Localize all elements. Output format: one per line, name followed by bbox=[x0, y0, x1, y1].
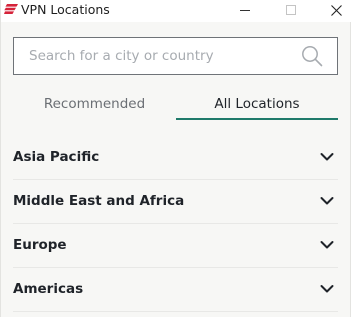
region-label: Middle East and Africa bbox=[13, 193, 185, 209]
expressvpn-logo-icon bbox=[4, 4, 18, 14]
region-label: Asia Pacific bbox=[13, 149, 100, 165]
search-box[interactable] bbox=[13, 37, 338, 75]
tab-all-locations[interactable]: All Locations bbox=[176, 88, 338, 120]
search-input[interactable] bbox=[14, 38, 294, 74]
title-bar[interactable]: VPN Locations bbox=[1, 0, 351, 22]
tab-recommended[interactable]: Recommended bbox=[13, 88, 176, 120]
active-tab-indicator bbox=[176, 118, 338, 120]
region-label: Americas bbox=[13, 281, 84, 297]
search-icon[interactable] bbox=[301, 45, 323, 67]
region-row-middle-east-africa[interactable]: Middle East and Africa bbox=[13, 180, 338, 224]
vpn-locations-window: VPN Locations Recommended bbox=[0, 0, 351, 317]
chevron-down-icon[interactable] bbox=[320, 240, 334, 250]
maximize-button[interactable] bbox=[277, 0, 305, 20]
close-button[interactable] bbox=[322, 0, 350, 20]
minimize-icon bbox=[240, 10, 250, 11]
region-row-asia-pacific[interactable]: Asia Pacific bbox=[13, 136, 338, 180]
maximize-icon bbox=[286, 5, 296, 15]
tab-all-locations-label: All Locations bbox=[214, 96, 300, 112]
region-label: Europe bbox=[13, 237, 67, 253]
chevron-down-icon[interactable] bbox=[320, 152, 334, 162]
region-row-americas[interactable]: Americas bbox=[13, 268, 338, 312]
chevron-down-icon[interactable] bbox=[320, 196, 334, 206]
minimize-button[interactable] bbox=[231, 0, 259, 20]
region-row-europe[interactable]: Europe bbox=[13, 224, 338, 268]
window-title: VPN Locations bbox=[21, 2, 110, 17]
chevron-down-icon[interactable] bbox=[320, 284, 334, 294]
region-list: Asia Pacific Middle East and Africa Euro… bbox=[13, 136, 338, 312]
location-tabs: Recommended All Locations bbox=[1, 88, 351, 122]
close-icon bbox=[330, 4, 342, 16]
tab-recommended-label: Recommended bbox=[43, 96, 146, 112]
